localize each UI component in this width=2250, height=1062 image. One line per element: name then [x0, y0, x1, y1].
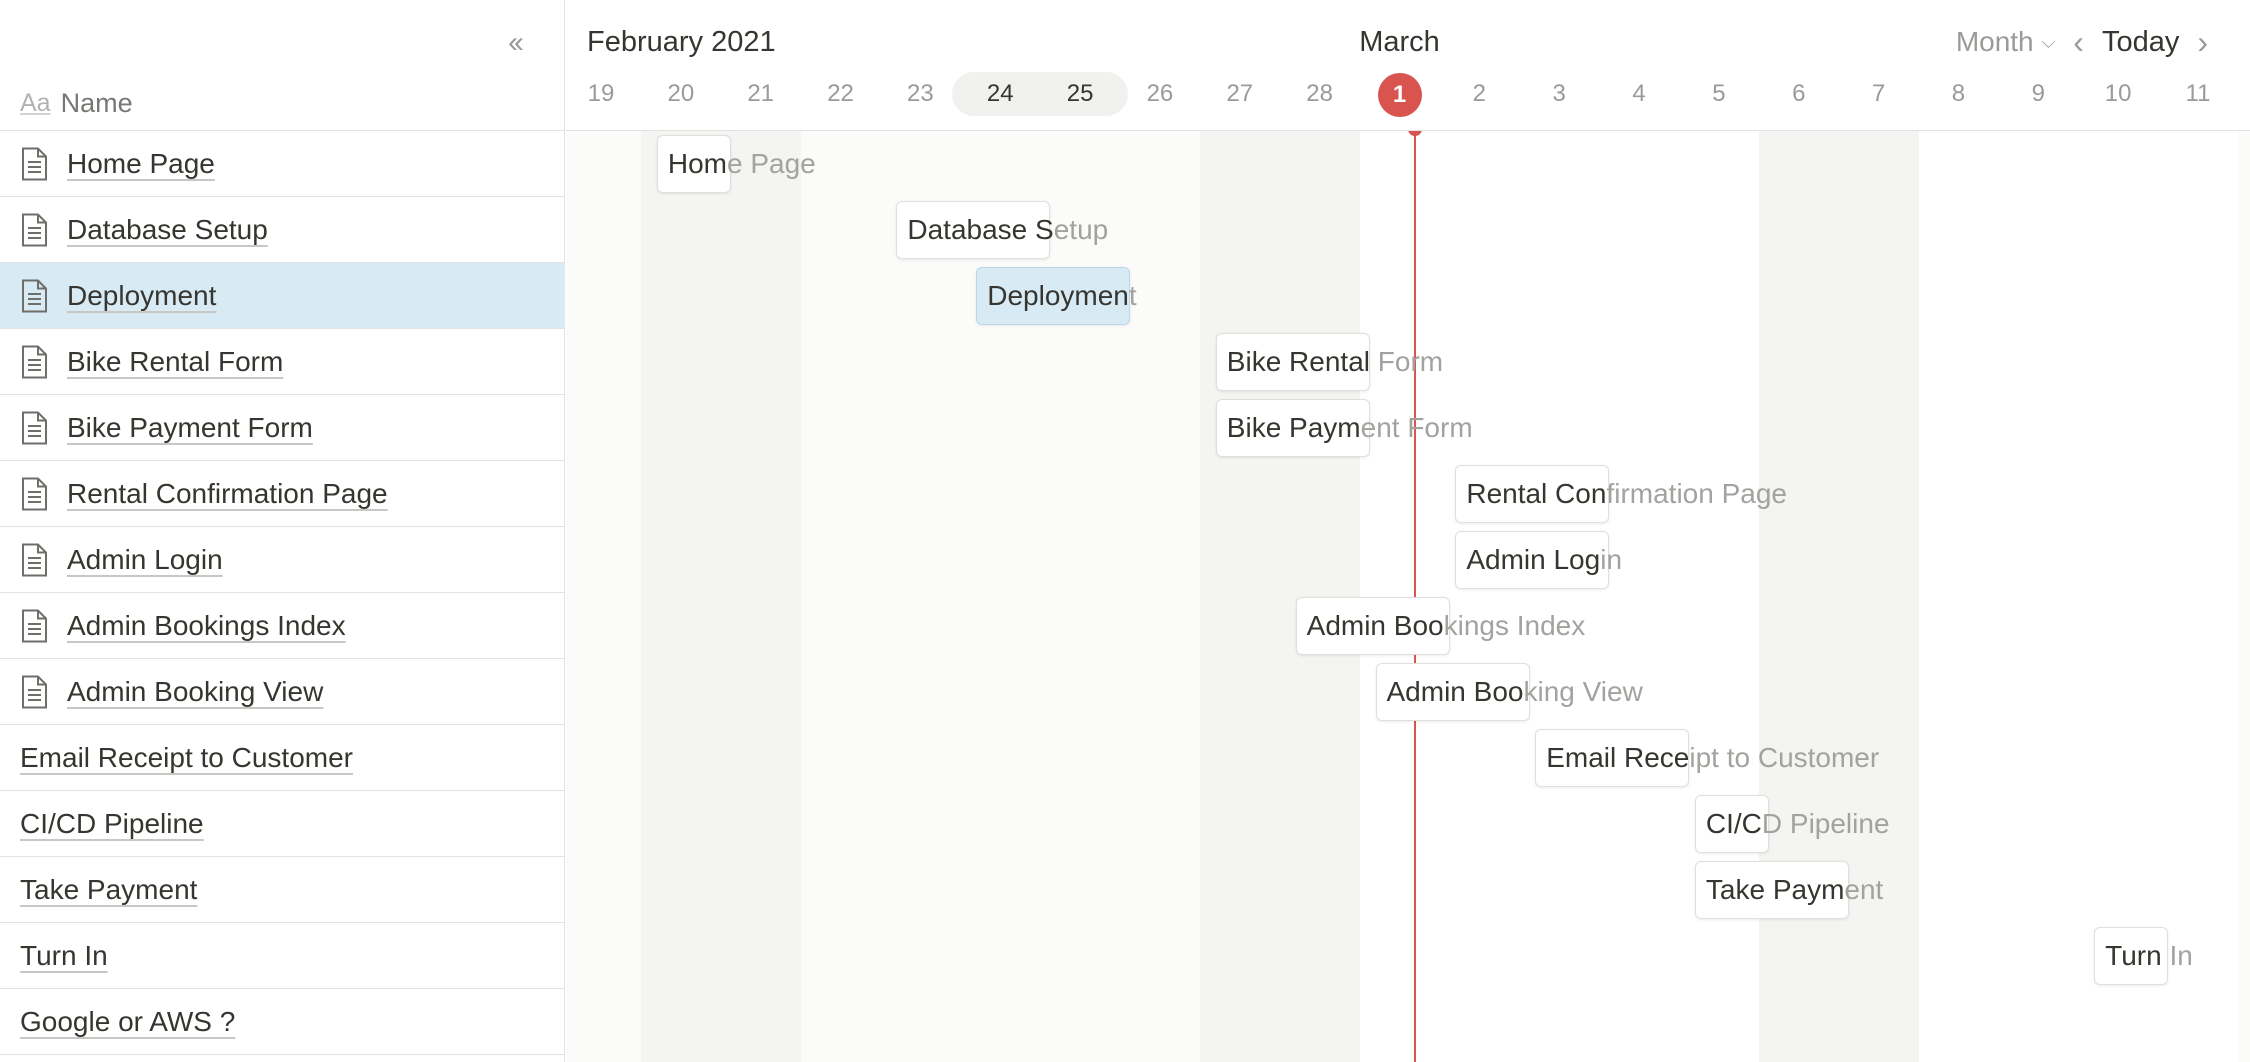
- list-item[interactable]: Bike Payment Form: [0, 395, 565, 461]
- day-label: 5: [1712, 80, 1726, 107]
- weekend-column: [1758, 131, 1919, 1062]
- list-item[interactable]: Admin Booking View: [0, 659, 565, 725]
- list-item-label: CI/CD Pipeline: [20, 807, 204, 839]
- today-date-badge: 1: [1377, 73, 1422, 117]
- day-label: 22: [827, 80, 854, 107]
- list-item-label: Turn In: [20, 939, 108, 971]
- day-label: 23: [907, 80, 934, 107]
- day-label: 25: [1066, 80, 1094, 107]
- today-button[interactable]: Today: [2102, 26, 2179, 59]
- day-label: 27: [1226, 80, 1254, 107]
- list-item[interactable]: Admin Login: [0, 527, 565, 593]
- day-label: 28: [1306, 80, 1333, 107]
- list-item[interactable]: Bike Rental Form: [0, 329, 565, 395]
- timeline-bar[interactable]: [896, 201, 1051, 259]
- day-label: 7: [1871, 80, 1886, 107]
- list-item-label: Bike Rental Form: [67, 345, 284, 377]
- day-label: 20: [667, 80, 695, 107]
- view-scale-select[interactable]: Month ⌵: [1956, 26, 2055, 58]
- day-label: 2: [1472, 80, 1487, 107]
- list-item[interactable]: CI/CD Pipeline: [0, 791, 565, 857]
- collapse-sidebar-button[interactable]: ‹‹: [508, 26, 524, 60]
- list-item[interactable]: Email Receipt to Customer: [0, 725, 565, 791]
- day-label: 9: [2031, 80, 2045, 107]
- month-label: February 2021: [587, 26, 776, 58]
- list-item-label: Home Page: [67, 147, 215, 179]
- page-icon: [20, 609, 48, 643]
- page-icon: [20, 477, 48, 511]
- list-item-label: Email Receipt to Customer: [20, 741, 354, 773]
- chevron-down-icon: ⌵: [2041, 31, 2056, 52]
- timeline-controls: Month ⌵ ‹ Today ›: [1956, 24, 2250, 60]
- list-item[interactable]: Database Setup: [0, 197, 565, 263]
- day-label: 26: [1146, 80, 1174, 107]
- page-icon: [20, 345, 48, 379]
- name-column-label: Name: [60, 87, 133, 118]
- day-label: 11: [2185, 80, 2211, 107]
- row-list: Home Page Database Setup Deployment Bike Re…: [0, 131, 565, 1055]
- day-label: 6: [1792, 80, 1806, 107]
- month-label: March: [1359, 26, 1440, 58]
- timeline-bar[interactable]: [1694, 861, 1849, 919]
- list-item[interactable]: Admin Bookings Index: [0, 593, 565, 659]
- page-icon: [20, 213, 48, 247]
- chevron-right-icon[interactable]: ›: [2197, 24, 2208, 61]
- page-icon: [20, 675, 48, 709]
- day-label: 19: [587, 80, 615, 107]
- sidebar: ‹‹ Aa Name Home Page Database Setup Deploy…: [0, 0, 565, 1062]
- list-item[interactable]: Take Payment: [0, 857, 565, 923]
- timeline-bar[interactable]: [1694, 795, 1769, 853]
- view-scale-label: Month: [1955, 26, 2034, 57]
- list-item[interactable]: Google or AWS ?: [0, 989, 565, 1055]
- weekday-column: [1918, 131, 2238, 1062]
- timeline-bar[interactable]: [1375, 663, 1530, 721]
- timeline-bar[interactable]: [1295, 597, 1450, 655]
- list-item-label: Google or AWS ?: [20, 1005, 236, 1037]
- timeline-header: February 2021 March 19 20 21 22 23 24 25 26 27 28 1…: [566, 0, 2250, 131]
- list-item-label: Deployment: [67, 279, 217, 311]
- timeline-bar[interactable]: [1215, 333, 1370, 391]
- timeline-bar[interactable]: [1215, 399, 1370, 457]
- timeline-view: February 2021 March 19 20 21 22 23 24 25 26 27 28 1…: [566, 0, 2250, 1062]
- list-item[interactable]: Home Page: [0, 131, 565, 197]
- day-label: 4: [1632, 80, 1646, 107]
- list-item[interactable]: Turn In: [0, 923, 565, 989]
- page-icon: [20, 147, 48, 181]
- list-item-label: Bike Payment Form: [67, 411, 313, 443]
- list-item-label: Admin Login: [67, 543, 223, 575]
- list-item-label: Admin Bookings Index: [67, 609, 346, 641]
- list-item[interactable]: Deployment: [0, 263, 565, 329]
- timeline-bar[interactable]: [656, 135, 731, 193]
- timeline-bar[interactable]: [1455, 531, 1610, 589]
- page-icon: [20, 543, 48, 577]
- timeline-bar[interactable]: [1535, 729, 1690, 787]
- name-column-header[interactable]: Aa Name: [0, 76, 565, 131]
- timeline-bar[interactable]: [2094, 927, 2169, 985]
- day-label: 8: [1951, 80, 1966, 107]
- list-item-label: Database Setup: [67, 213, 268, 245]
- list-item-label: Admin Booking View: [67, 675, 324, 707]
- day-label: 24: [986, 80, 1014, 107]
- page-icon: [20, 279, 48, 313]
- day-label: 3: [1552, 80, 1566, 107]
- page-icon: [20, 411, 48, 445]
- list-item-label: Rental Confirmation Page: [67, 477, 388, 509]
- text-property-icon: Aa: [20, 88, 51, 117]
- list-item[interactable]: Rental Confirmation Page: [0, 461, 565, 527]
- chevron-left-icon[interactable]: ‹: [2073, 24, 2084, 61]
- weekend-column: [640, 131, 801, 1062]
- day-label: 10: [2104, 80, 2132, 107]
- timeline-bar[interactable]: [1455, 465, 1610, 523]
- timeline-bar[interactable]: [976, 267, 1131, 325]
- list-item-label: Take Payment: [20, 873, 198, 905]
- day-label: 21: [747, 80, 775, 107]
